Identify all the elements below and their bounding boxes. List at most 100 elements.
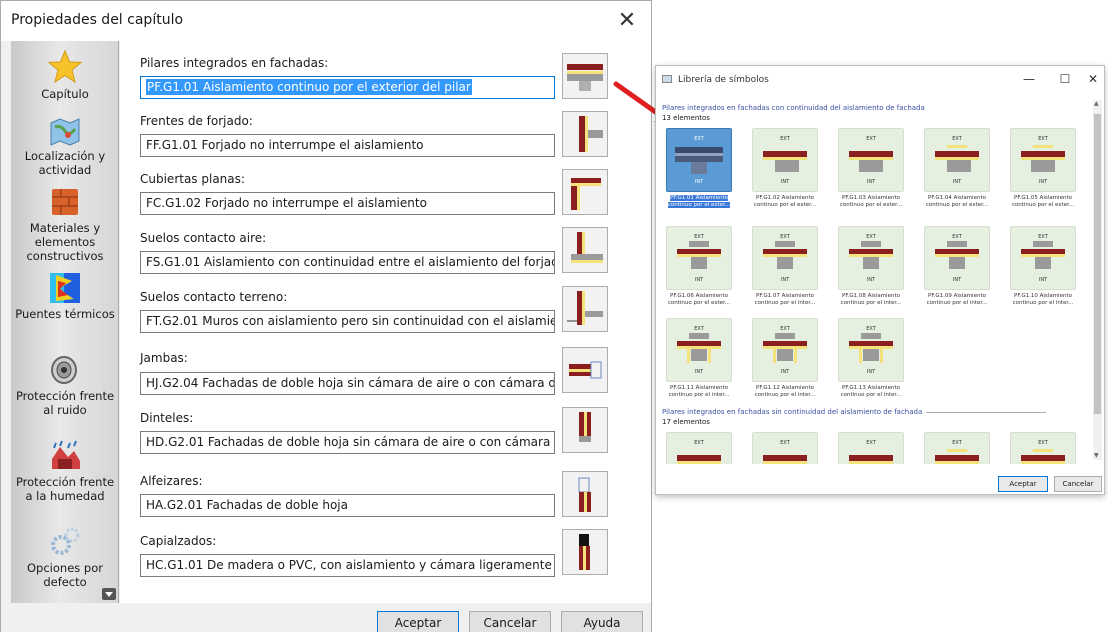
dinteles-field[interactable]: HD.G2.01 Fachadas de doble hoja sin cáma… <box>140 431 555 454</box>
symbol-tile[interactable]: EXT INT <box>1010 128 1076 192</box>
symbol-tile[interactable]: EXTINT <box>838 318 904 382</box>
gears-icon <box>51 527 80 555</box>
symbol-tile[interactable]: EXTINT <box>752 318 818 382</box>
symbol-tile[interactable]: EXTINT <box>924 226 990 290</box>
scroll-thumb[interactable] <box>1094 114 1101 414</box>
suelos-terreno-symbol-button[interactable] <box>562 286 608 332</box>
symbol-caption-line1: PF.G1.09 Aislamiento <box>928 293 986 299</box>
jambas-field[interactable]: HJ.G2.04 Fachadas de doble hoja sin cáma… <box>140 372 555 395</box>
library-cancel-button[interactable]: Cancelar <box>1054 476 1102 492</box>
symbol-caption-line2: continuo por el inter... <box>926 300 988 306</box>
sidebar-item-ruido[interactable]: Protección frente al ruido <box>11 353 119 417</box>
symbol-detail-icon: EXT INT <box>935 136 979 185</box>
sidebar-item-humedad[interactable]: Protección frente a la humedad <box>11 439 119 503</box>
symbol-caption-line1: PF.G1.07 Aislamiento <box>756 293 814 299</box>
jambas-symbol-button[interactable] <box>562 347 608 393</box>
column-detail-icon <box>567 64 603 91</box>
sidebar-item-label: Protección frente al ruido <box>15 389 115 417</box>
symbol-caption-line1: PF.G1.03 Aislamiento <box>842 195 900 201</box>
sidebar: Capítulo Localización y actividad Materi… <box>11 41 119 603</box>
pilares-symbol-button[interactable] <box>562 53 608 99</box>
group-count: 13 elementos <box>662 114 710 122</box>
floor-air-icon <box>571 232 603 263</box>
symbol-caption-line1: PF.G1.11 Aislamiento <box>670 385 728 391</box>
frentes-symbol-button[interactable] <box>562 111 608 157</box>
symbol-tile[interactable]: EXTINT <box>838 226 904 290</box>
group-heading-con-continuidad: Pilares integrados en fachadas con conti… <box>662 104 925 112</box>
close-icon[interactable]: ✕ <box>613 7 641 35</box>
suelos-aire-symbol-button[interactable] <box>562 227 608 273</box>
pilares-field[interactable]: PF.G1.01 Aislamiento continuo por el ext… <box>140 76 555 99</box>
symbol-caption: PF.G1.12 Aislamiento continuo por el inte… <box>743 385 827 399</box>
symbol-tile[interactable]: EXT INT <box>666 128 732 192</box>
svg-text:INT: INT <box>695 277 704 283</box>
symbol-tile[interactable]: EXTINT <box>666 318 732 382</box>
svg-text:INT: INT <box>695 179 704 185</box>
symbol-caption-line2: continuo por el inter... <box>1012 300 1074 306</box>
svg-text:EXT: EXT <box>694 234 704 240</box>
minimize-icon[interactable]: — <box>1022 72 1036 86</box>
svg-text:INT: INT <box>953 277 962 283</box>
frentes-field[interactable]: FF.G1.01 Forjado no interrumpe el aislam… <box>140 134 555 157</box>
symbol-tile[interactable]: EXTINT <box>752 432 818 464</box>
symbol-tile[interactable]: EXT INT <box>666 226 732 290</box>
close-icon[interactable]: ✕ <box>1086 72 1100 86</box>
lintel-icon <box>579 412 591 442</box>
capialzados-field[interactable]: HC.G1.01 De madera o PVC, con aislamient… <box>140 554 555 577</box>
symbol-tile[interactable]: EXTINT <box>1010 226 1076 290</box>
frentes-field-value: FF.G1.01 Forjado no interrumpe el aislam… <box>146 138 424 152</box>
sidebar-item-label: Opciones por defecto <box>27 561 103 589</box>
svg-text:INT: INT <box>867 369 876 375</box>
alfeizares-field[interactable]: HA.G2.01 Fachadas de doble hoja <box>140 494 555 517</box>
symbol-tile[interactable]: EXTINT <box>838 128 904 192</box>
svg-text:EXT: EXT <box>694 136 704 142</box>
scroll-up-icon[interactable]: ▲ <box>1094 100 1099 107</box>
group-count: 17 elementos <box>662 418 710 426</box>
svg-text:INT: INT <box>867 179 876 185</box>
svg-text:EXT: EXT <box>952 136 962 142</box>
svg-text:EXT: EXT <box>780 440 790 446</box>
cubiertas-field[interactable]: FC.G1.02 Forjado no interrumpe el aislam… <box>140 192 555 215</box>
dinteles-symbol-button[interactable] <box>562 407 608 453</box>
symbol-tile[interactable]: EXTINT <box>924 432 990 464</box>
group-title: Pilares integrados en fachadas sin conti… <box>662 408 923 416</box>
library-ok-button[interactable]: Aceptar <box>998 476 1048 492</box>
symbol-caption: PF.G1.07 Aislamiento continuo por el inte… <box>743 293 827 307</box>
symbol-tile[interactable]: EXTINT <box>752 226 818 290</box>
suelos-terreno-field[interactable]: FT.G2.01 Muros con aislamiento pero sin … <box>140 310 555 333</box>
svg-text:INT: INT <box>1039 179 1048 185</box>
cancel-button[interactable]: Cancelar <box>469 611 551 632</box>
library-scrollbar[interactable]: ▲ ▼ <box>1093 100 1102 460</box>
capialzados-symbol-button[interactable] <box>562 529 608 575</box>
symbol-tile[interactable]: EXTINT <box>838 432 904 464</box>
speaker-icon <box>51 356 77 384</box>
svg-text:EXT: EXT <box>1038 136 1048 142</box>
symbol-caption: PF.G1.06 Aislamiento continuo por el exte… <box>660 293 741 307</box>
scroll-down-icon[interactable]: ▼ <box>1094 452 1099 459</box>
sidebar-item-opciones[interactable]: Opciones por defecto <box>11 525 119 589</box>
cubiertas-symbol-button[interactable] <box>562 169 608 215</box>
help-button[interactable]: Ayuda <box>561 611 643 632</box>
symbol-detail-icon: EXT INT <box>849 326 893 375</box>
symbol-tile[interactable]: EXTINT <box>666 432 732 464</box>
row-label-suelos-terreno: Suelos contacto terreno: <box>140 290 288 304</box>
symbol-tile[interactable]: EXTINT <box>752 128 818 192</box>
sidebar-item-localizacion[interactable]: Localización y actividad <box>11 117 119 177</box>
alfeizares-symbol-button[interactable] <box>562 471 608 517</box>
symbol-caption-line1: PF.G1.13 Aislamiento <box>842 385 900 391</box>
symbol-tile[interactable]: EXTINT <box>1010 432 1076 464</box>
group-heading-sin-continuidad: Pilares integrados en fachadas sin conti… <box>662 408 1047 416</box>
suelos-aire-field-value: FS.G1.01 Aislamiento con continuidad ent… <box>146 255 555 269</box>
ok-button[interactable]: Aceptar <box>377 611 459 632</box>
dialog-title: Propiedades del capítulo <box>11 12 184 28</box>
sidebar-scroll-down-button[interactable] <box>102 588 116 600</box>
symbol-tile[interactable]: EXTINT <box>924 128 990 192</box>
symbol-caption-line2: continuo por el exter... <box>667 202 731 208</box>
maximize-icon[interactable]: ☐ <box>1058 72 1072 86</box>
sidebar-item-puentes-termicos[interactable]: Puentes térmicos <box>11 271 119 321</box>
symbol-caption: PF.G1.01 Aislamiento continuo por el exte… <box>660 195 741 209</box>
suelos-aire-field[interactable]: FS.G1.01 Aislamiento con continuidad ent… <box>140 251 555 274</box>
sidebar-item-materiales[interactable]: Materiales y elementos constructivos <box>11 185 119 263</box>
svg-text:EXT: EXT <box>1038 234 1048 240</box>
sidebar-item-capitulo[interactable]: Capítulo <box>11 49 119 101</box>
